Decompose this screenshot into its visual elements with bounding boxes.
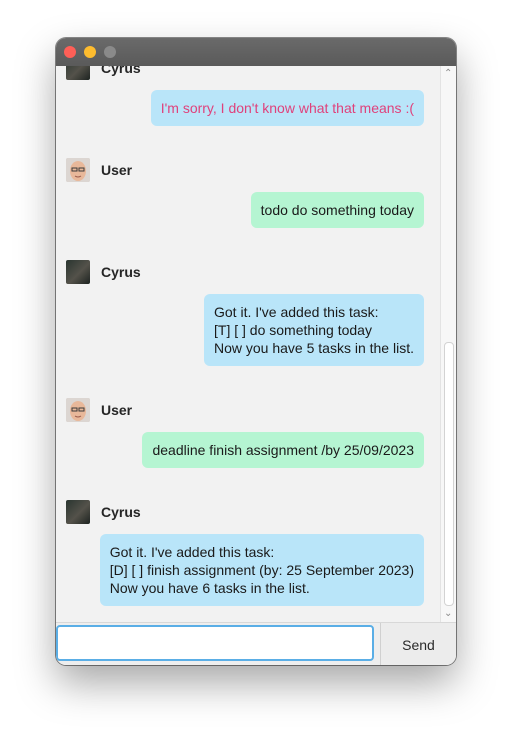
message-bubble: Got it. I've added this task: [D] [ ] fi… <box>99 534 424 606</box>
send-button[interactable]: Send <box>380 623 456 665</box>
input-bar: Send <box>56 622 456 665</box>
user-avatar <box>66 158 90 182</box>
message-line: I'm sorry, I don't know what that means … <box>160 100 414 116</box>
message-line: Got it. I've added this task: <box>109 544 275 560</box>
cyrus-avatar <box>66 66 90 80</box>
user-face-icon <box>66 398 90 422</box>
message-line: Now you have 5 tasks in the list. <box>214 340 414 356</box>
maximize-window-button[interactable] <box>104 46 116 58</box>
message-line: deadline finish assignment /by 25/09/202… <box>152 442 414 458</box>
user-face-icon <box>66 158 90 182</box>
scroll-up-icon[interactable]: ⌃ <box>444 68 452 80</box>
message-input[interactable] <box>56 625 374 661</box>
chat-area[interactable]: Cyrus I'm sorry, I don't know what that … <box>56 66 440 622</box>
user-avatar <box>66 398 90 422</box>
message-line: [D] [ ] finish assignment (by: 25 Septem… <box>109 562 414 578</box>
sender-name: Cyrus <box>101 504 141 520</box>
message-bubble: I'm sorry, I don't know what that means … <box>150 90 424 126</box>
chat-scrollbar[interactable]: ⌃ ⌄ <box>440 66 456 622</box>
cyrus-avatar <box>66 500 90 524</box>
sender-name: Cyrus <box>101 66 141 76</box>
minimize-window-button[interactable] <box>84 46 96 58</box>
sender-name: Cyrus <box>101 264 141 280</box>
app-window: Cyrus I'm sorry, I don't know what that … <box>56 38 456 665</box>
cyrus-avatar <box>66 260 90 284</box>
message-line: Got it. I've added this task: <box>214 304 379 320</box>
message-bubble: Got it. I've added this task: [T] [ ] do… <box>204 294 424 366</box>
message-line: todo do something today <box>260 202 414 218</box>
sender-name: User <box>101 162 133 178</box>
message-bubble: todo do something today <box>250 192 424 228</box>
message-line: Now you have 6 tasks in the list. <box>109 580 310 596</box>
close-window-button[interactable] <box>64 46 76 58</box>
scroll-down-icon[interactable]: ⌄ <box>444 608 452 620</box>
title-bar <box>56 38 456 66</box>
scrollbar-thumb[interactable] <box>444 342 454 606</box>
message-bubble: deadline finish assignment /by 25/09/202… <box>142 432 424 468</box>
message-line: [T] [ ] do something today <box>214 322 372 338</box>
sender-name: User <box>101 402 133 418</box>
